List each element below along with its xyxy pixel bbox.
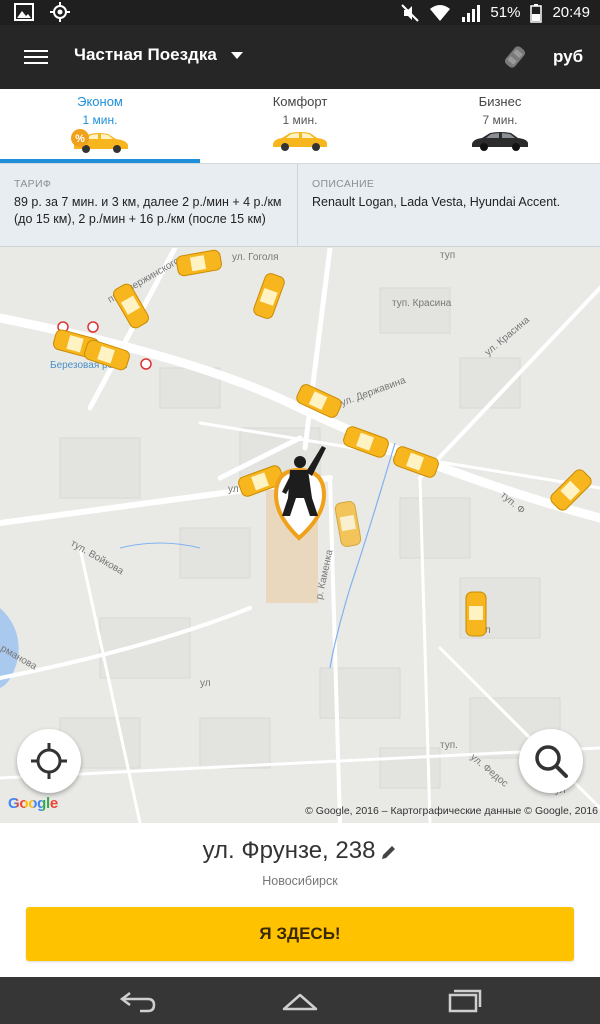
svg-text:%: % xyxy=(75,133,85,145)
tab-label: Эконом xyxy=(77,94,123,109)
comfort-car-icon xyxy=(273,132,327,151)
address-panel: ул. Фрунзе, 238 Новосибирск Я ЗДЕСЬ! xyxy=(0,823,600,977)
pickup-address[interactable]: ул. Фрунзе, 238 xyxy=(0,837,600,865)
street-label: ул xyxy=(200,678,211,689)
taxi-car-icon xyxy=(393,446,439,478)
home-icon[interactable] xyxy=(280,987,320,1015)
street-label: ул xyxy=(228,484,239,495)
back-icon[interactable] xyxy=(118,987,158,1015)
crosshair-icon xyxy=(31,743,67,779)
image-icon xyxy=(14,3,34,21)
dropdown-caret-icon xyxy=(230,51,243,59)
tab-econom[interactable]: Эконом 1 мин. % xyxy=(0,89,200,163)
street-label: туп. xyxy=(440,740,458,751)
tab-eta: 1 мин. xyxy=(82,113,118,127)
system-nav-bar xyxy=(0,977,600,1024)
battery-icon xyxy=(530,4,543,23)
tab-label: Комфорт xyxy=(272,94,328,109)
tab-label: Бизнес xyxy=(478,94,522,109)
street-label: ул. Гоголя xyxy=(232,252,279,263)
search-icon xyxy=(535,745,568,778)
tab-comfort[interactable]: Комфорт 1 мин. xyxy=(200,89,400,163)
address-text: ул. Фрунзе, 238 xyxy=(202,837,376,864)
description-text: Renault Logan, Lada Vesta, Hyundai Accen… xyxy=(312,195,561,209)
taxi-car-icon xyxy=(253,273,285,319)
ride-type-dropdown[interactable]: Частная Поездка xyxy=(74,45,243,65)
currency-label[interactable]: руб xyxy=(553,47,583,67)
description-section: ОПИСАНИЕ Renault Logan, Lada Vesta, Hyun… xyxy=(298,164,574,246)
description-label: ОПИСАНИЕ xyxy=(312,178,375,190)
tab-eta: 1 мин. xyxy=(282,113,318,127)
mute-icon xyxy=(401,4,420,22)
google-logo: Google xyxy=(8,795,58,812)
taxi-car-icon xyxy=(334,501,362,547)
street-label: ул. Красина xyxy=(483,314,532,358)
wifi-icon xyxy=(430,5,451,21)
map-view[interactable]: ул. Гоголя пр. Дзержинского туп. Красина… xyxy=(0,248,600,823)
tariff-text: 89 р. за 7 мин. и 3 км, далее 2 р./мин +… xyxy=(14,195,282,226)
app-bar: Частная Поездка руб xyxy=(0,25,600,89)
pencil-icon[interactable] xyxy=(381,844,397,860)
taxi-car-icon xyxy=(465,591,487,637)
tariff-tabs: Эконом 1 мин. % Комфорт 1 мин. Бизнес 7 … xyxy=(0,89,600,163)
city-label: Новосибирск xyxy=(262,874,338,888)
tariff-label: ТАРИФ xyxy=(14,178,52,190)
tab-eta: 7 мин. xyxy=(482,113,518,127)
compass-icon[interactable] xyxy=(502,43,528,71)
location-target-icon xyxy=(50,2,70,22)
recent-apps-icon[interactable] xyxy=(444,987,484,1015)
tariff-section: ТАРИФ 89 р. за 7 мин. и 3 км, далее 2 р.… xyxy=(0,164,298,246)
street-label: туп. Войкова xyxy=(69,538,126,577)
street-label: ул. Державина xyxy=(339,375,407,409)
street-label: туп. Красина xyxy=(392,298,452,309)
app-title: Частная Поездка xyxy=(74,45,217,64)
map-canvas[interactable]: ул. Гоголя пр. Дзержинского туп. Красина… xyxy=(0,248,600,823)
map-copyright: © Google, 2016 – Картографические данные… xyxy=(305,805,598,817)
street-label: туп xyxy=(440,250,455,261)
search-button[interactable] xyxy=(519,729,583,793)
battery-percent: 51% xyxy=(490,4,521,21)
tariff-info-panel: ТАРИФ 89 р. за 7 мин. и 3 км, далее 2 р.… xyxy=(0,163,600,247)
status-bar: 51% 20:49 xyxy=(0,0,600,25)
my-location-button[interactable] xyxy=(17,729,81,793)
signal-icon xyxy=(462,5,481,22)
taxi-car-icon xyxy=(343,426,389,458)
econom-car-icon: % xyxy=(71,129,128,153)
taxi-car-icon xyxy=(176,249,222,277)
menu-icon[interactable] xyxy=(22,46,50,70)
business-car-icon xyxy=(472,132,528,151)
im-here-button[interactable]: Я ЗДЕСЬ! xyxy=(26,907,574,961)
clock: 20:49 xyxy=(552,4,590,21)
tab-business[interactable]: Бизнес 7 мин. xyxy=(400,89,600,163)
